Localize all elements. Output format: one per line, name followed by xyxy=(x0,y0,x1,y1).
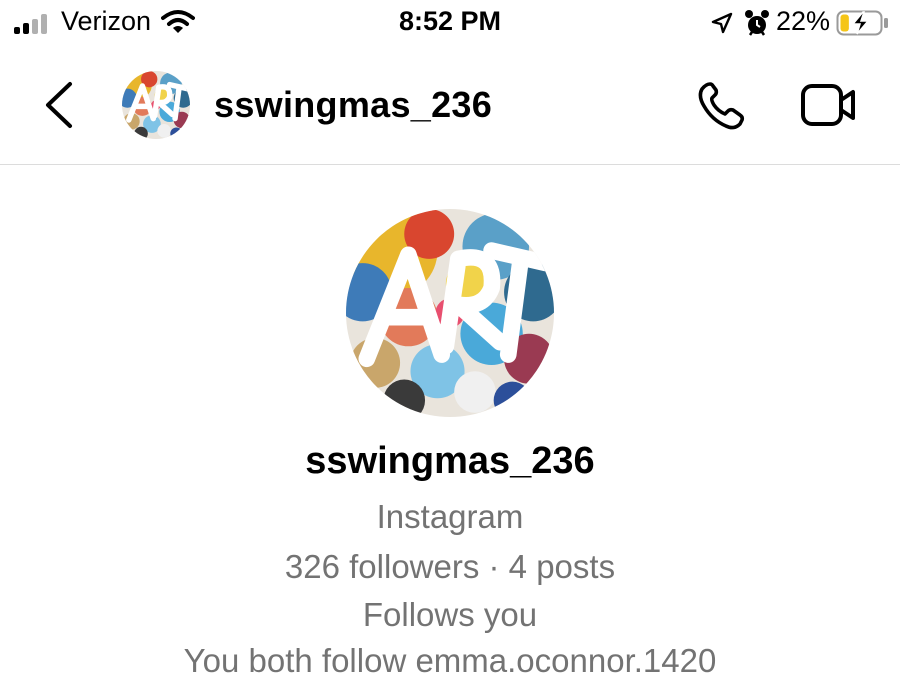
video-camera-icon[interactable] xyxy=(800,82,858,128)
header-username[interactable]: sswingmas_236 xyxy=(214,84,492,126)
location-arrow-icon xyxy=(710,11,734,35)
profile-stats: 326 followers · 4 posts xyxy=(284,548,616,585)
profile-username: sswingmas_236 xyxy=(305,440,595,482)
follows-you-label: Follows you xyxy=(362,596,538,633)
profile-platform: Instagram xyxy=(376,498,524,535)
alarm-icon xyxy=(744,9,770,37)
mutual-follow-text: You both follow emma.oconnor.1420 xyxy=(183,642,717,679)
back-chevron-icon[interactable] xyxy=(40,80,76,130)
status-bar: Verizon 8:52 PM 22% xyxy=(0,0,900,46)
header-avatar[interactable] xyxy=(122,71,190,139)
phone-icon[interactable] xyxy=(696,80,748,132)
profile-avatar[interactable] xyxy=(346,209,554,417)
battery-percent: 22% xyxy=(776,6,831,36)
battery-charging-icon xyxy=(836,9,890,37)
chat-header: sswingmas_236 xyxy=(0,46,900,165)
